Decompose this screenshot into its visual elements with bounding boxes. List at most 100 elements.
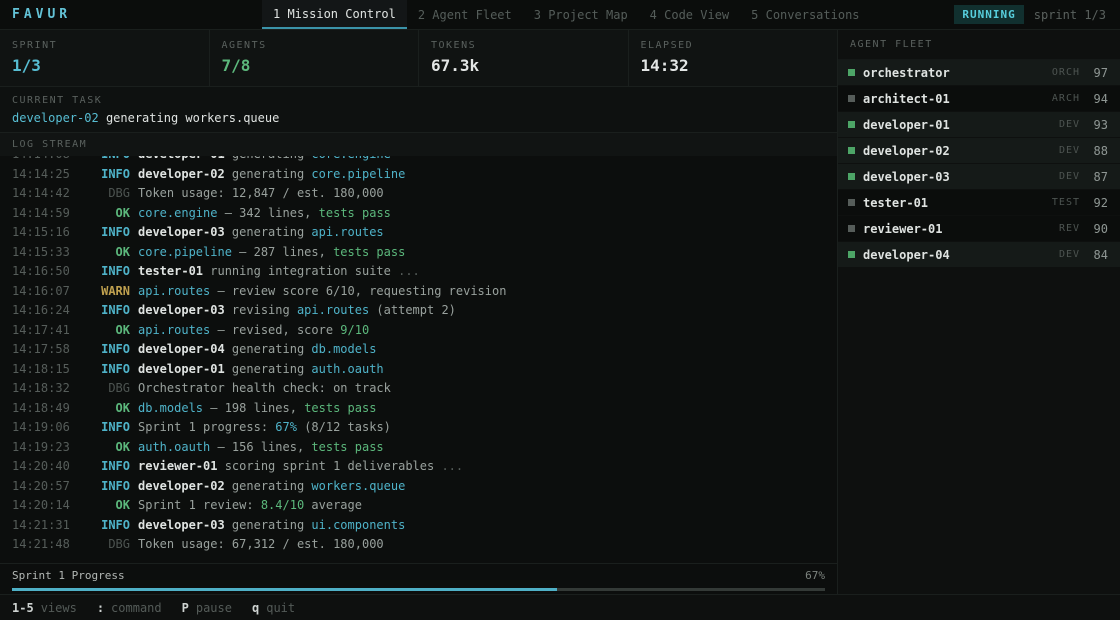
hint-key: 1-5 (12, 601, 34, 615)
log-level: INFO (74, 457, 130, 477)
log-message: tester-01 running integration suite ... (138, 264, 420, 278)
log-entry: 14:14:59OKcore.engine — 342 lines, tests… (12, 204, 825, 224)
tab-mission-control[interactable]: 1 Mission Control (262, 0, 407, 29)
current-task-label: CURRENT TASK (12, 95, 837, 106)
log-seg-text: Orchestrator health check: on track (138, 381, 391, 395)
log-seg-module: api.routes (297, 303, 369, 317)
log-message: auth.oauth — 156 lines, tests pass (138, 440, 384, 454)
agent-row-developer-04[interactable]: developer-04DEV84 (838, 242, 1120, 267)
main-area: SPRINT1/3AGENTS7/8TOKENS67.3kELAPSED14:3… (0, 30, 1120, 594)
log-level: OK (74, 321, 130, 341)
log-entry: 14:14:08INFOdeveloper-01 generating core… (12, 156, 825, 165)
log-seg-text: Sprint 1 review: (138, 498, 261, 512)
log-timestamp: 14:21:31 (12, 516, 74, 536)
status-badge: RUNNING (954, 5, 1023, 24)
log-seg-agent: tester-01 (138, 264, 203, 278)
log-seg-agent: developer-03 (138, 518, 225, 532)
agent-status-dot (848, 69, 855, 76)
hint-label: pause (196, 601, 232, 615)
log-seg-module: core.engine (138, 206, 217, 220)
log-entry: 14:21:48DBGToken usage: 67,312 / est. 18… (12, 535, 825, 555)
log-seg-text: generating (225, 167, 312, 181)
log-message: Sprint 1 review: 8.4/10 average (138, 498, 362, 512)
log-entry: 14:15:33OKcore.pipeline — 287 lines, tes… (12, 243, 825, 263)
footer-hint-views[interactable]: 1-5views (12, 601, 77, 615)
log-seg-text: running integration suite (203, 264, 391, 278)
log-seg-text: — 342 lines, (217, 206, 318, 220)
agent-role: DEV (1059, 145, 1080, 156)
progress-percent: 67% (805, 569, 825, 582)
agent-row-tester-01[interactable]: tester-01TEST92 (838, 190, 1120, 215)
log-seg-text: — revised, score (210, 323, 340, 337)
log-seg-text: average (304, 498, 362, 512)
stat-sprint-label: SPRINT (12, 40, 209, 51)
tab-conversations[interactable]: 5 Conversations (740, 0, 870, 29)
progress-bar-fill (12, 588, 557, 591)
agent-row-developer-02[interactable]: developer-02DEV88 (838, 138, 1120, 163)
footer-hint-pause[interactable]: Ppause (182, 601, 232, 615)
log-seg-ok: 9/10 (340, 323, 369, 337)
log-timestamp: 14:19:23 (12, 438, 74, 458)
log-level: DBG (74, 184, 130, 204)
log-timestamp: 14:16:24 (12, 301, 74, 321)
log-seg-module: api.routes (138, 323, 210, 337)
log-message: Sprint 1 progress: 67% (8/12 tasks) (138, 420, 391, 434)
agent-score: 94 (1080, 92, 1108, 106)
log-seg-module: ui.components (311, 518, 405, 532)
agent-row-developer-03[interactable]: developer-03DEV87 (838, 164, 1120, 189)
agent-name: developer-01 (863, 118, 950, 132)
tab-bar: 1 Mission Control2 Agent Fleet3 Project … (262, 0, 871, 29)
footer-keybar: 1-5views :command Ppause qquit (0, 594, 1120, 620)
log-seg-agent: developer-01 (138, 156, 225, 161)
log-seg-text: (attempt 2) (369, 303, 456, 317)
tab-code-view[interactable]: 4 Code View (639, 0, 740, 29)
agent-status-dot (848, 173, 855, 180)
log-level: OK (74, 204, 130, 224)
tab-agent-fleet[interactable]: 2 Agent Fleet (407, 0, 523, 29)
agent-row-architect-01[interactable]: architect-01ARCH94 (838, 86, 1120, 111)
log-level: OK (74, 496, 130, 516)
log-seg-module: db.models (311, 342, 376, 356)
agent-row-reviewer-01[interactable]: reviewer-01REV90 (838, 216, 1120, 241)
log-seg-agent: developer-01 (138, 362, 225, 376)
log-timestamp: 14:14:25 (12, 165, 74, 185)
agent-role: DEV (1059, 171, 1080, 182)
log-seg-text: generating (225, 342, 312, 356)
agent-name: reviewer-01 (863, 222, 942, 236)
current-task-line: developer-02 generating workers.queue (12, 111, 837, 125)
agent-row-orchestrator[interactable]: orchestratorORCH97 (838, 60, 1120, 85)
footer-hint-command[interactable]: :command (97, 601, 162, 615)
log-message: developer-03 revising api.routes (attemp… (138, 303, 456, 317)
log-message: api.routes — review score 6/10, requesti… (138, 284, 506, 298)
tab-project-map[interactable]: 3 Project Map (523, 0, 639, 29)
log-entry: 14:20:57INFOdeveloper-02 generating work… (12, 477, 825, 497)
log-entry: 14:14:42DBGToken usage: 12,847 / est. 18… (12, 184, 825, 204)
log-seg-module: db.models (138, 401, 203, 415)
log-message: developer-01 generating auth.oauth (138, 362, 384, 376)
log-seg-text: generating (225, 225, 312, 239)
stat-sprint: SPRINT1/3 (0, 30, 210, 86)
log-seg-text: Sprint 1 progress: (138, 420, 275, 434)
log-level: OK (74, 243, 130, 263)
log-stream[interactable]: 14:14:08INFOdeveloper-01 generating core… (0, 156, 837, 563)
agent-role: DEV (1059, 119, 1080, 130)
sprint-indicator: sprint 1/3 (1034, 8, 1106, 22)
agent-score: 92 (1080, 196, 1108, 210)
log-message: developer-03 generating api.routes (138, 225, 384, 239)
log-level: INFO (74, 165, 130, 185)
agent-status-dot (848, 147, 855, 154)
agent-row-developer-01[interactable]: developer-01DEV93 (838, 112, 1120, 137)
agent-role: DEV (1059, 249, 1080, 260)
agent-name: developer-03 (863, 170, 950, 184)
log-entry: 14:20:14OKSprint 1 review: 8.4/10 averag… (12, 496, 825, 516)
log-entry: 14:16:50INFOtester-01 running integratio… (12, 262, 825, 282)
footer-hint-quit[interactable]: qquit (252, 601, 295, 615)
log-seg-agent: developer-02 (138, 479, 225, 493)
stat-elapsed: ELAPSED14:32 (629, 30, 838, 86)
log-seg-text: — 156 lines, (210, 440, 311, 454)
stats-row: SPRINT1/3AGENTS7/8TOKENS67.3kELAPSED14:3… (0, 30, 837, 87)
log-seg-text: — 287 lines, (232, 245, 333, 259)
log-entry: 14:19:06INFOSprint 1 progress: 67% (8/12… (12, 418, 825, 438)
log-message: developer-02 generating workers.queue (138, 479, 405, 493)
log-message: api.routes — revised, score 9/10 (138, 323, 369, 337)
